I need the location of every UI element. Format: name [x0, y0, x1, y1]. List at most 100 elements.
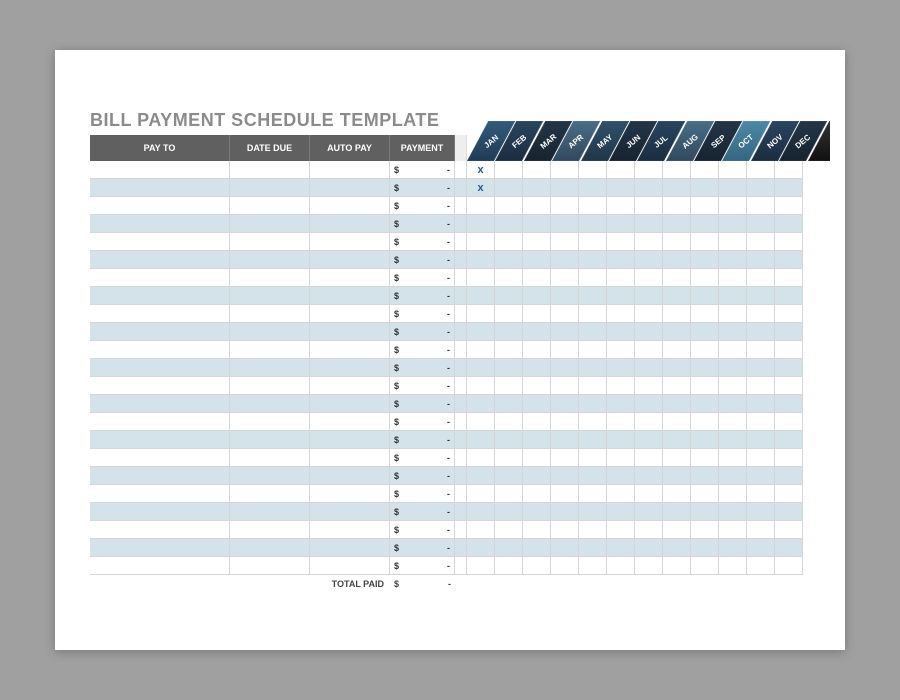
cell-month-jan[interactable]: [467, 449, 495, 467]
cell-month-sep[interactable]: [691, 305, 719, 323]
cell-month-feb[interactable]: [495, 557, 523, 575]
cell-month-dec[interactable]: [775, 323, 803, 341]
cell-month-mar[interactable]: [523, 503, 551, 521]
cell-month-may[interactable]: [579, 323, 607, 341]
cell-payto[interactable]: [90, 449, 230, 467]
cell-month-may[interactable]: [579, 179, 607, 197]
cell-month-nov[interactable]: [747, 197, 775, 215]
cell-month-dec[interactable]: [775, 179, 803, 197]
cell-month-nov[interactable]: [747, 467, 775, 485]
cell-month-dec[interactable]: [775, 341, 803, 359]
cell-month-apr[interactable]: [551, 395, 579, 413]
cell-month-jan[interactable]: [467, 485, 495, 503]
cell-month-jul[interactable]: [635, 485, 663, 503]
cell-month-jan[interactable]: [467, 467, 495, 485]
cell-month-may[interactable]: [579, 215, 607, 233]
cell-month-aug[interactable]: [663, 197, 691, 215]
cell-month-aug[interactable]: [663, 305, 691, 323]
cell-month-jun[interactable]: [607, 359, 635, 377]
cell-month-jun[interactable]: [607, 521, 635, 539]
cell-month-aug[interactable]: [663, 467, 691, 485]
cell-month-dec[interactable]: [775, 449, 803, 467]
cell-month-oct[interactable]: [719, 323, 747, 341]
cell-month-dec[interactable]: [775, 197, 803, 215]
cell-month-oct[interactable]: [719, 287, 747, 305]
cell-month-nov[interactable]: [747, 179, 775, 197]
cell-autopay[interactable]: [310, 269, 390, 287]
cell-month-nov[interactable]: [747, 539, 775, 557]
cell-month-sep[interactable]: [691, 161, 719, 179]
cell-datedue[interactable]: [230, 323, 310, 341]
cell-month-jan[interactable]: [467, 233, 495, 251]
cell-month-oct[interactable]: [719, 161, 747, 179]
cell-month-dec[interactable]: [775, 467, 803, 485]
cell-datedue[interactable]: [230, 305, 310, 323]
cell-month-sep[interactable]: [691, 197, 719, 215]
cell-month-dec[interactable]: [775, 503, 803, 521]
cell-month-jun[interactable]: [607, 197, 635, 215]
cell-month-mar[interactable]: [523, 233, 551, 251]
cell-month-apr[interactable]: [551, 233, 579, 251]
cell-month-feb[interactable]: [495, 449, 523, 467]
cell-month-nov[interactable]: [747, 431, 775, 449]
cell-datedue[interactable]: [230, 431, 310, 449]
cell-month-dec[interactable]: [775, 485, 803, 503]
cell-month-jul[interactable]: [635, 287, 663, 305]
cell-month-jul[interactable]: [635, 305, 663, 323]
cell-month-feb[interactable]: [495, 395, 523, 413]
cell-month-sep[interactable]: [691, 179, 719, 197]
cell-month-nov[interactable]: [747, 485, 775, 503]
cell-payto[interactable]: [90, 305, 230, 323]
cell-month-jan[interactable]: [467, 341, 495, 359]
cell-month-apr[interactable]: [551, 503, 579, 521]
cell-month-oct[interactable]: [719, 467, 747, 485]
cell-datedue[interactable]: [230, 341, 310, 359]
cell-payto[interactable]: [90, 269, 230, 287]
cell-month-sep[interactable]: [691, 215, 719, 233]
cell-month-aug[interactable]: [663, 161, 691, 179]
cell-datedue[interactable]: [230, 557, 310, 575]
cell-month-jul[interactable]: [635, 449, 663, 467]
cell-month-aug[interactable]: [663, 215, 691, 233]
cell-payto[interactable]: [90, 215, 230, 233]
cell-autopay[interactable]: [310, 305, 390, 323]
cell-payto[interactable]: [90, 557, 230, 575]
cell-month-feb[interactable]: [495, 323, 523, 341]
cell-month-dec[interactable]: [775, 557, 803, 575]
cell-payto[interactable]: [90, 323, 230, 341]
cell-month-may[interactable]: [579, 359, 607, 377]
cell-payto[interactable]: [90, 341, 230, 359]
cell-month-apr[interactable]: [551, 215, 579, 233]
cell-month-feb[interactable]: [495, 521, 523, 539]
cell-month-aug[interactable]: [663, 431, 691, 449]
cell-month-feb[interactable]: [495, 359, 523, 377]
cell-autopay[interactable]: [310, 359, 390, 377]
cell-datedue[interactable]: [230, 485, 310, 503]
cell-datedue[interactable]: [230, 395, 310, 413]
cell-month-apr[interactable]: [551, 485, 579, 503]
cell-month-nov[interactable]: [747, 395, 775, 413]
cell-datedue[interactable]: [230, 233, 310, 251]
cell-payment[interactable]: $-: [390, 233, 455, 251]
cell-autopay[interactable]: [310, 323, 390, 341]
cell-month-sep[interactable]: [691, 449, 719, 467]
cell-month-dec[interactable]: [775, 305, 803, 323]
cell-payto[interactable]: [90, 161, 230, 179]
cell-month-mar[interactable]: [523, 449, 551, 467]
cell-payto[interactable]: [90, 485, 230, 503]
cell-month-aug[interactable]: [663, 377, 691, 395]
cell-month-oct[interactable]: [719, 539, 747, 557]
cell-month-apr[interactable]: [551, 287, 579, 305]
cell-month-jan[interactable]: [467, 323, 495, 341]
cell-month-oct[interactable]: [719, 251, 747, 269]
cell-payment[interactable]: $-: [390, 485, 455, 503]
cell-month-jan[interactable]: [467, 305, 495, 323]
cell-month-jun[interactable]: [607, 323, 635, 341]
cell-month-nov[interactable]: [747, 233, 775, 251]
cell-month-jul[interactable]: [635, 341, 663, 359]
cell-month-aug[interactable]: [663, 251, 691, 269]
cell-month-jan[interactable]: [467, 539, 495, 557]
cell-month-oct[interactable]: [719, 431, 747, 449]
cell-month-oct[interactable]: [719, 557, 747, 575]
cell-datedue[interactable]: [230, 503, 310, 521]
